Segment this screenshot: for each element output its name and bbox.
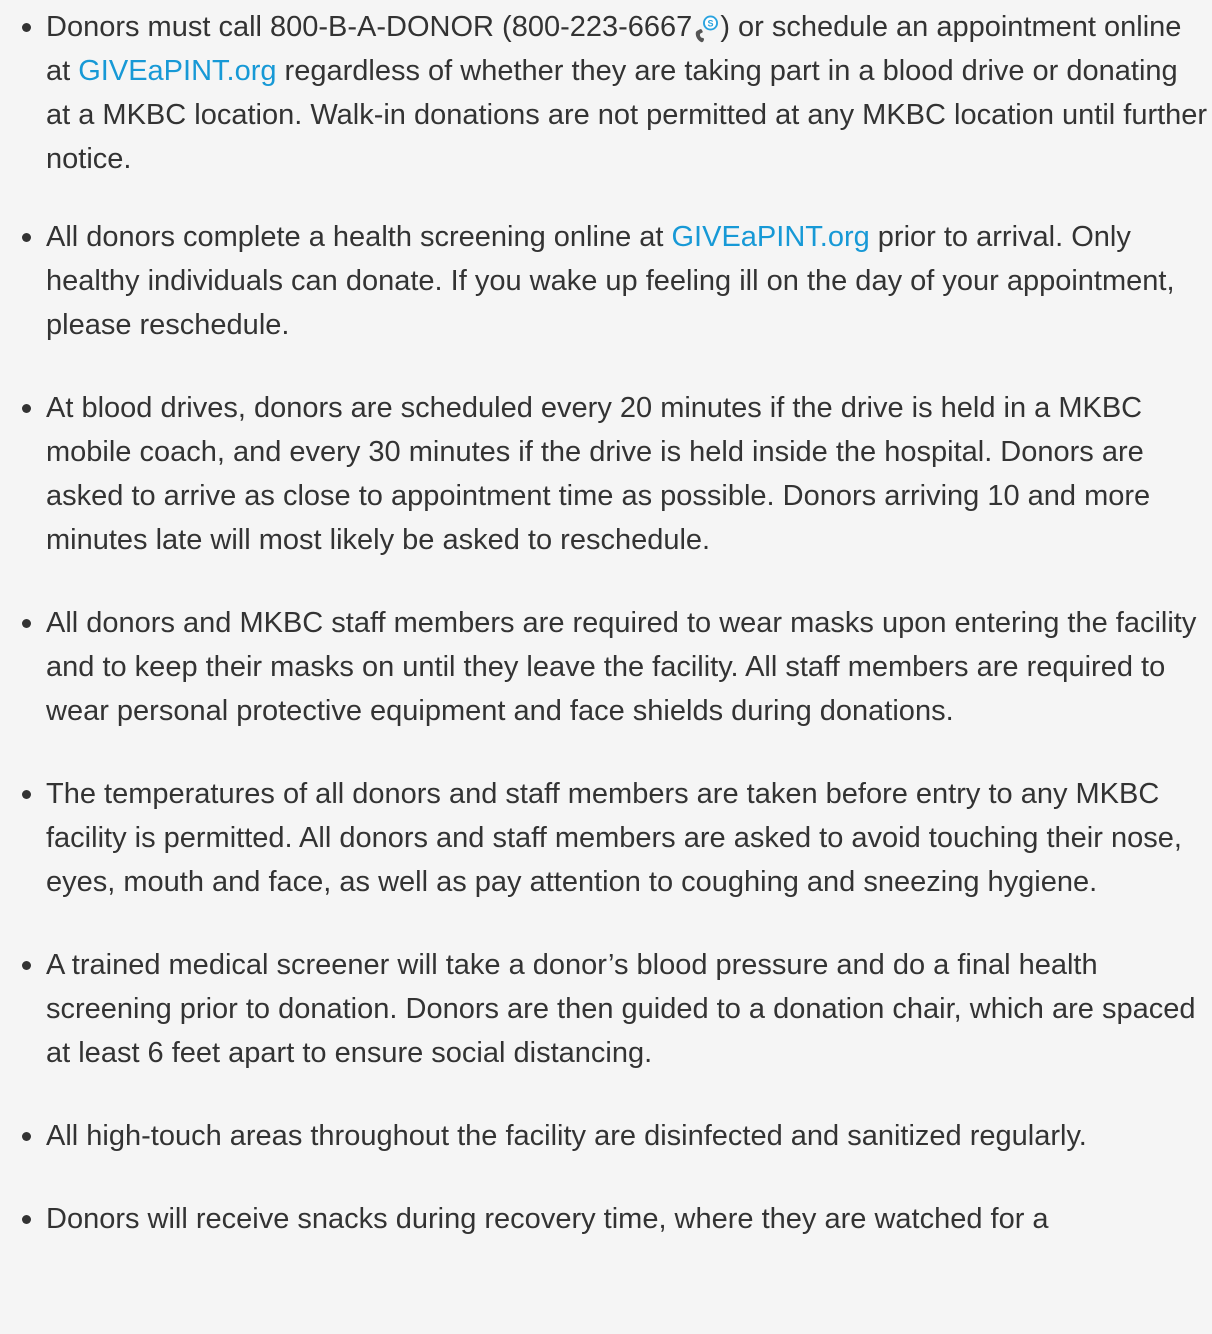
item-text: All donors complete a health screening o…	[46, 221, 672, 253]
item-text: Donors will receive snacks during recove…	[46, 1203, 1049, 1235]
item-text: All donors and MKBC staff members are re…	[46, 607, 1197, 727]
giveapint-link[interactable]: GIVEaPINT.org	[78, 55, 276, 87]
giveapint-link[interactable]: GIVEaPINT.org	[672, 221, 870, 253]
list-item: Donors will receive snacks during recove…	[0, 1197, 1212, 1241]
list-item: The temperatures of all donors and staff…	[0, 772, 1212, 904]
donation-guidelines-list: Donors must call 800-B-A-DONOR (800-223-…	[0, 0, 1212, 1241]
item-text: All high-touch areas throughout the faci…	[46, 1120, 1087, 1152]
list-item: At blood drives, donors are scheduled ev…	[0, 386, 1212, 562]
item-text: A trained medical screener will take a d…	[46, 949, 1196, 1069]
list-item: All high-touch areas throughout the faci…	[0, 1114, 1212, 1158]
list-item: Donors must call 800-B-A-DONOR (800-223-…	[0, 5, 1212, 181]
page-content: Donors must call 800-B-A-DONOR (800-223-…	[0, 0, 1212, 1241]
list-item: All donors complete a health screening o…	[0, 215, 1212, 347]
svg-text:S: S	[708, 18, 714, 28]
list-item: All donors and MKBC staff members are re…	[0, 601, 1212, 733]
skype-call-icon[interactable]: S	[693, 14, 719, 44]
item-text: Donors must call 800-B-A-DONOR (800-223-…	[46, 11, 693, 43]
list-item: A trained medical screener will take a d…	[0, 943, 1212, 1075]
item-text: At blood drives, donors are scheduled ev…	[46, 392, 1151, 556]
item-text: The temperatures of all donors and staff…	[46, 778, 1182, 898]
